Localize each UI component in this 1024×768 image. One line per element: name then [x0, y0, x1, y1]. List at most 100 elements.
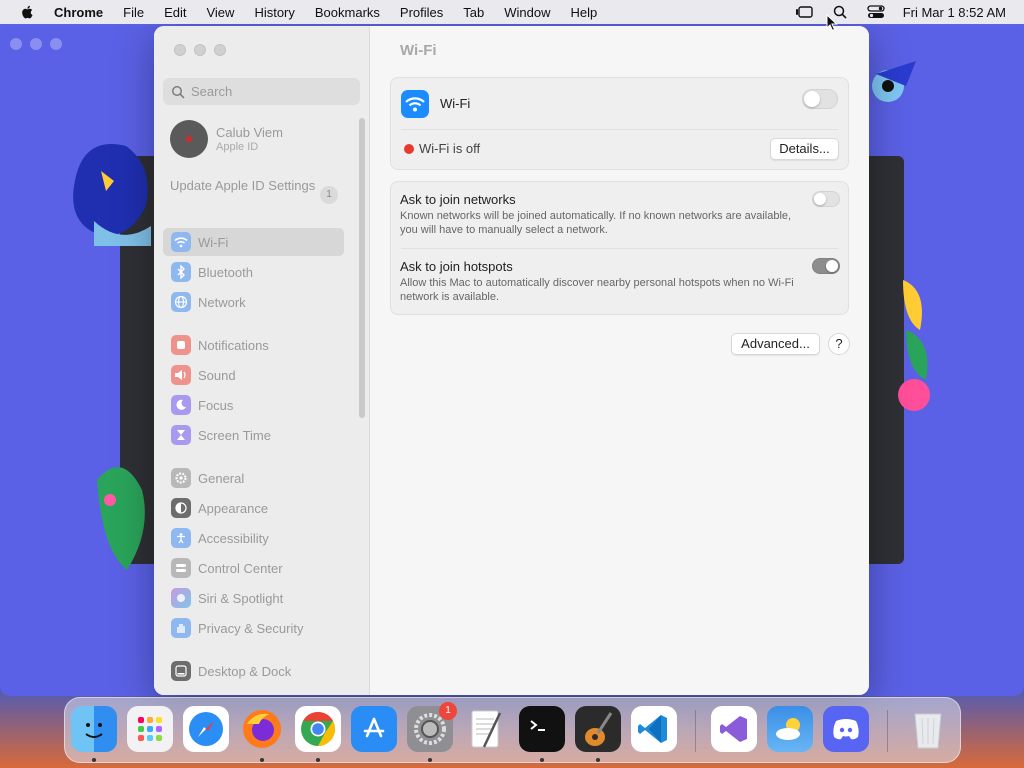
stage-manager-icon[interactable]	[795, 5, 813, 19]
close-button[interactable]	[174, 44, 186, 56]
sidebar: Calub Viem Apple ID Update Apple ID Sett…	[154, 26, 370, 695]
ask-to-join-hotspots-title: Ask to join hotspots	[400, 259, 513, 274]
dock-app-store[interactable]	[351, 706, 397, 752]
minimize-button[interactable]	[194, 44, 206, 56]
dock-weather[interactable]	[767, 706, 813, 752]
sidebar-item-appearance[interactable]: Appearance	[163, 494, 344, 522]
search-input[interactable]	[191, 84, 351, 99]
sidebar-item-screen-time[interactable]: Screen Time	[163, 421, 344, 449]
menu-help[interactable]: Help	[571, 5, 598, 20]
sidebar-item-privacy-security[interactable]: Privacy & Security	[163, 614, 344, 642]
sidebar-item-label: Accessibility	[198, 530, 269, 546]
wifi-label: Wi-Fi	[440, 96, 471, 111]
page-title: Wi-Fi	[400, 42, 437, 59]
menu-tab[interactable]: Tab	[463, 5, 484, 20]
dock-firefox[interactable]	[239, 706, 285, 752]
wallpaper-plant-left	[97, 467, 145, 570]
accessibility-icon	[171, 528, 191, 548]
dock-safari[interactable]	[183, 706, 229, 752]
sidebar-item-label: Screen Time	[198, 427, 271, 443]
control-center-icon	[171, 558, 191, 578]
sidebar-item-siri-spotlight[interactable]: Siri & Spotlight	[163, 584, 344, 612]
window-controls	[174, 44, 226, 56]
apple-id-profile[interactable]: Calub Viem Apple ID	[170, 120, 283, 158]
bluetooth-icon	[171, 262, 191, 282]
divider	[401, 248, 838, 249]
sidebar-item-label: Bluetooth	[198, 264, 253, 280]
ask-to-join-networks-toggle[interactable]	[812, 191, 840, 207]
dock-terminal[interactable]	[519, 706, 565, 752]
menu-app-name[interactable]: Chrome	[54, 5, 103, 20]
system-settings-window: Calub Viem Apple ID Update Apple ID Sett…	[154, 26, 869, 695]
search-field[interactable]	[163, 78, 360, 105]
dock-discord[interactable]	[823, 706, 869, 752]
sidebar-item-sound[interactable]: Sound	[163, 361, 344, 389]
wifi-icon	[171, 232, 191, 252]
advanced-button[interactable]: Advanced...	[731, 333, 820, 355]
background-window-controls	[10, 38, 62, 50]
avatar	[170, 120, 208, 158]
bell-icon	[171, 335, 191, 355]
sidebar-item-accessibility[interactable]: Accessibility	[163, 524, 344, 552]
sidebar-item-label: Siri & Spotlight	[198, 590, 284, 606]
weather-icon	[776, 718, 800, 740]
dock-launchpad[interactable]	[127, 706, 173, 752]
chrome-icon	[301, 712, 335, 746]
dock-icon	[171, 661, 191, 681]
menu-profiles[interactable]: Profiles	[400, 5, 443, 20]
sidebar-item-focus[interactable]: Focus	[163, 391, 344, 419]
sidebar-scrollbar[interactable]	[359, 118, 365, 418]
apple-menu-icon[interactable]	[18, 4, 38, 20]
menu-edit[interactable]: Edit	[164, 5, 186, 20]
sidebar-item-label: Desktop & Dock	[198, 663, 292, 679]
vscode-icon	[638, 715, 667, 743]
dock-running-indicator	[540, 758, 544, 762]
gear-icon	[171, 468, 191, 488]
visual-studio-icon	[720, 716, 747, 742]
menu-history[interactable]: History	[254, 5, 294, 20]
menu-clock[interactable]: Fri Mar 1 8:52 AM	[903, 5, 1006, 20]
siri-icon	[171, 588, 191, 608]
help-button[interactable]: ?	[828, 333, 850, 355]
terminal-icon	[530, 720, 545, 731]
wallpaper-figure-left	[73, 144, 151, 246]
menu-view[interactable]: View	[206, 5, 234, 20]
sidebar-item-notifications[interactable]: Notifications	[163, 331, 344, 359]
sidebar-item-network[interactable]: Network	[163, 288, 344, 316]
menu-window[interactable]: Window	[504, 5, 550, 20]
update-apple-id-settings[interactable]: Update Apple ID Settings	[170, 178, 340, 194]
menu-file[interactable]: File	[123, 5, 144, 20]
sidebar-item-desktop-dock[interactable]: Desktop & Dock	[163, 657, 344, 685]
dock-running-indicator	[260, 758, 264, 762]
ask-to-join-hotspots-toggle[interactable]	[812, 258, 840, 274]
dock-visual-studio[interactable]	[711, 706, 757, 752]
menu-bookmarks[interactable]: Bookmarks	[315, 5, 380, 20]
discord-icon	[833, 719, 859, 740]
dock-trash[interactable]	[905, 706, 951, 752]
dock-finder[interactable]	[71, 706, 117, 752]
globe-icon	[171, 292, 191, 312]
app-store-icon	[363, 717, 385, 738]
details-button[interactable]: Details...	[770, 138, 839, 160]
sidebar-item-label: Focus	[198, 397, 234, 413]
wallpaper-bird-right	[872, 61, 916, 102]
sidebar-item-wifi[interactable]: Wi-Fi	[163, 228, 344, 256]
sidebar-item-general[interactable]: General	[163, 464, 344, 492]
sidebar-item-label: Notifications	[198, 337, 269, 353]
zoom-button[interactable]	[214, 44, 226, 56]
sidebar-item-control-center[interactable]: Control Center	[163, 554, 344, 582]
safari-icon	[189, 712, 223, 746]
dock-garageband[interactable]	[575, 706, 621, 752]
dock-running-indicator	[92, 758, 96, 762]
sidebar-item-label: Sound	[198, 367, 236, 383]
dock-vscode[interactable]	[631, 706, 677, 752]
sidebar-item-bluetooth[interactable]: Bluetooth	[163, 258, 344, 286]
wifi-toggle[interactable]	[802, 89, 838, 109]
profile-subtitle: Apple ID	[216, 140, 259, 153]
dock-textedit[interactable]	[463, 706, 509, 752]
dock-chrome[interactable]	[295, 706, 341, 752]
sidebar-item-label: Network	[198, 294, 246, 310]
control-center-icon[interactable]	[867, 5, 885, 19]
ask-to-join-hotspots-description: Allow this Mac to automatically discover…	[400, 277, 794, 303]
wallpaper-flowers-right	[898, 280, 930, 411]
